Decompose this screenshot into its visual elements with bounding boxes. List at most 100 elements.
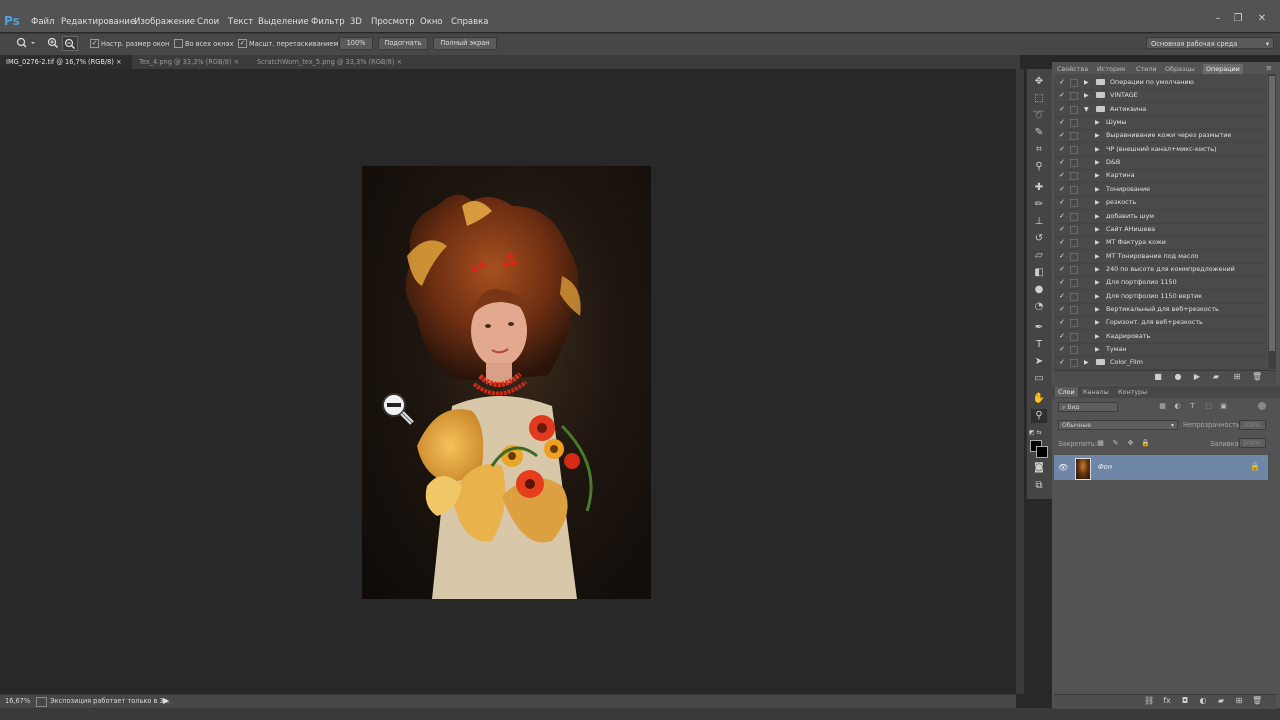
action-enabled-check[interactable]: ✓: [1058, 76, 1066, 89]
menu-text[interactable]: Текст: [228, 17, 253, 27]
action-row[interactable]: [1054, 169, 1267, 184]
action-enabled-check[interactable]: ✓: [1058, 116, 1066, 129]
collapsed-arrow-icon[interactable]: ▶: [1095, 210, 1100, 223]
collapsed-arrow-icon[interactable]: ▶: [1084, 89, 1089, 102]
pen-tool-icon[interactable]: ✒: [1031, 321, 1047, 335]
collapsed-arrow-icon[interactable]: ▶: [1095, 236, 1100, 249]
action-row[interactable]: [1054, 156, 1267, 171]
collapsed-arrow-icon[interactable]: ▶: [1095, 223, 1100, 236]
action-dialog-toggle[interactable]: [1070, 105, 1078, 114]
collapsed-arrow-icon[interactable]: ▶: [1084, 76, 1089, 89]
collapsed-arrow-icon[interactable]: ▶: [1095, 250, 1100, 263]
tab-properties[interactable]: Свойства: [1057, 64, 1088, 74]
menu-3d[interactable]: 3D: [350, 17, 362, 27]
action-row[interactable]: [1054, 116, 1267, 131]
action-enabled-check[interactable]: ✓: [1058, 276, 1066, 289]
filter-type-icon[interactable]: T: [1188, 402, 1197, 411]
panel-menu-icon[interactable]: ≡: [1266, 64, 1272, 72]
collapsed-arrow-icon[interactable]: ▶: [1095, 343, 1100, 356]
blur-tool-icon[interactable]: ●: [1031, 283, 1047, 297]
new-group-icon[interactable]: ▰: [1216, 696, 1226, 706]
tab-history[interactable]: История: [1097, 64, 1125, 74]
filter-shape-icon[interactable]: ⬚: [1204, 402, 1213, 411]
action-dialog-toggle[interactable]: [1070, 239, 1078, 248]
new-set-icon[interactable]: ▰: [1211, 372, 1221, 382]
status-zoom[interactable]: 16,67%: [5, 697, 30, 705]
action-enabled-check[interactable]: ✓: [1058, 103, 1066, 116]
zoom-out-icon[interactable]: [62, 36, 78, 51]
action-enabled-check[interactable]: ✓: [1058, 223, 1066, 236]
history-brush-tool-icon[interactable]: ↺: [1031, 232, 1047, 246]
lock-all-icon[interactable]: 🔒: [1141, 439, 1150, 448]
action-enabled-check[interactable]: ✓: [1058, 303, 1066, 316]
menu-edit[interactable]: Редактирование: [61, 17, 135, 27]
tab-scratchworn[interactable]: ScratchWorn_tex_5.png @ 33,3% (RGB/8) ×: [251, 55, 415, 69]
action-enabled-check[interactable]: ✓: [1058, 210, 1066, 223]
action-enabled-check[interactable]: ✓: [1058, 343, 1066, 356]
action-enabled-check[interactable]: ✓: [1058, 330, 1066, 343]
lasso-tool-icon[interactable]: ➰: [1031, 109, 1047, 123]
resize-windows-checkbox[interactable]: ✓: [90, 39, 99, 48]
zoom-100-button[interactable]: 100%: [339, 37, 373, 50]
new-layer-icon[interactable]: ⊞: [1234, 696, 1244, 706]
workspace-select[interactable]: Основная рабочая среда ▾: [1146, 37, 1274, 49]
tab-tex-4[interactable]: Tex_4.png @ 33,3% (RGB/8) ×: [133, 55, 247, 69]
action-row[interactable]: [1054, 343, 1267, 357]
quick-mask-icon[interactable]: ◙: [1031, 461, 1047, 475]
action-enabled-check[interactable]: ✓: [1058, 263, 1066, 276]
action-enabled-check[interactable]: ✓: [1058, 183, 1066, 196]
tab-actions[interactable]: Операции: [1203, 64, 1243, 74]
scrubby-zoom-checkbox[interactable]: ✓: [238, 39, 247, 48]
collapsed-arrow-icon[interactable]: ▶: [1084, 356, 1089, 369]
collapsed-arrow-icon[interactable]: ▶: [1095, 156, 1100, 169]
add-mask-icon[interactable]: ◘: [1180, 696, 1190, 706]
healing-brush-tool-icon[interactable]: ✚: [1031, 181, 1047, 195]
filter-smart-object-icon[interactable]: ▣: [1219, 402, 1228, 411]
action-dialog-toggle[interactable]: [1070, 305, 1078, 314]
canvas-scrollbar[interactable]: [1016, 69, 1024, 694]
collapsed-arrow-icon[interactable]: ▶: [1095, 276, 1100, 289]
action-row[interactable]: [1054, 183, 1267, 197]
hand-tool-icon[interactable]: ✋: [1031, 392, 1047, 406]
fit-screen-button[interactable]: Подогнать: [378, 37, 428, 50]
tab-img-0276[interactable]: IMG_0276-2.tif @ 16,7% (RGB/8) ×: [0, 55, 132, 69]
status-arrow-icon[interactable]: ▶: [163, 696, 169, 705]
action-dialog-toggle[interactable]: [1070, 292, 1078, 301]
action-enabled-check[interactable]: ✓: [1058, 250, 1066, 263]
brush-tool-icon[interactable]: ✏: [1031, 198, 1047, 212]
menu-select[interactable]: Выделение: [258, 17, 309, 27]
action-dialog-toggle[interactable]: [1070, 346, 1078, 354]
gradient-tool-icon[interactable]: ◧: [1031, 266, 1047, 280]
layer-name[interactable]: Фон: [1098, 463, 1112, 471]
collapsed-arrow-icon[interactable]: ▶: [1095, 263, 1100, 276]
filter-pixel-icon[interactable]: ▦: [1158, 402, 1167, 411]
eye-icon[interactable]: 👁: [1058, 463, 1068, 472]
action-dialog-toggle[interactable]: [1070, 332, 1078, 341]
crop-tool-icon[interactable]: ⌗: [1031, 143, 1047, 157]
action-dialog-toggle[interactable]: [1070, 199, 1078, 208]
lock-transparent-icon[interactable]: ▦: [1096, 439, 1105, 448]
action-enabled-check[interactable]: ✓: [1058, 143, 1066, 156]
menu-filter[interactable]: Фильтр: [311, 17, 345, 27]
background-color-swatch[interactable]: [1036, 446, 1048, 458]
action-dialog-toggle[interactable]: [1070, 359, 1078, 368]
action-row[interactable]: [1054, 210, 1267, 224]
menu-window[interactable]: Окно: [420, 17, 443, 27]
action-enabled-check[interactable]: ✓: [1058, 169, 1066, 182]
tab-layers[interactable]: Слои: [1055, 387, 1078, 397]
menu-layers[interactable]: Слои: [197, 17, 219, 27]
action-dialog-toggle[interactable]: [1070, 212, 1078, 221]
fill-input[interactable]: 100%: [1239, 438, 1266, 448]
tab-styles[interactable]: Стили: [1136, 64, 1157, 74]
eraser-tool-icon[interactable]: ▱: [1031, 249, 1047, 263]
action-enabled-check[interactable]: ✓: [1058, 196, 1066, 209]
zoom-in-icon[interactable]: [47, 37, 59, 51]
all-windows-checkbox[interactable]: [174, 39, 183, 48]
menu-file[interactable]: Файл: [31, 17, 54, 27]
action-enabled-check[interactable]: ✓: [1058, 290, 1066, 303]
action-enabled-check[interactable]: ✓: [1058, 89, 1066, 102]
default-colors-icon[interactable]: ◩ ⇆: [1029, 429, 1042, 436]
action-dialog-toggle[interactable]: [1070, 225, 1078, 234]
eyedropper-tool-icon[interactable]: ⚲: [1031, 160, 1047, 174]
stop-icon[interactable]: ■: [1153, 372, 1163, 382]
